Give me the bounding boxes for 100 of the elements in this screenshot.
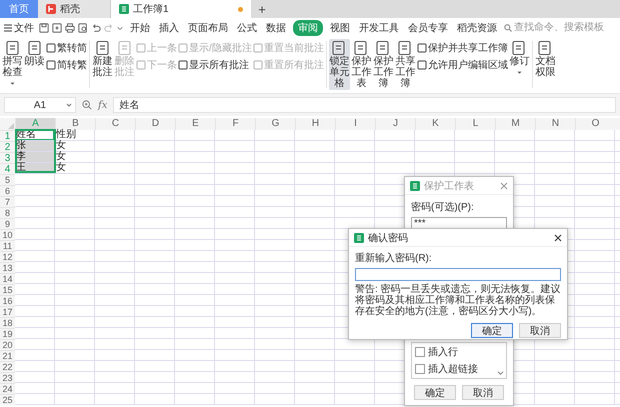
row-header[interactable]: 22	[0, 361, 15, 372]
row-header[interactable]: 6	[0, 185, 15, 196]
logo-icon	[46, 4, 56, 14]
dialog-button[interactable]: 确定	[414, 385, 456, 400]
row-header[interactable]: 25	[0, 394, 15, 405]
column-header[interactable]: I	[335, 118, 375, 130]
row-header[interactable]: 8	[0, 207, 15, 218]
password-field[interactable]	[355, 268, 561, 281]
column-header[interactable]: L	[455, 118, 495, 130]
dialog-button[interactable]: 取消	[462, 385, 504, 400]
row-header[interactable]: 1	[0, 130, 15, 141]
row-header[interactable]: 20	[0, 339, 15, 350]
row-header[interactable]: 19	[0, 328, 15, 339]
name-box[interactable]: A1	[4, 97, 76, 113]
row-header[interactable]: 12	[0, 251, 15, 262]
row-header[interactable]: 16	[0, 295, 15, 306]
dialog-button[interactable]: 确定	[471, 323, 513, 338]
document-icon	[331, 40, 348, 56]
formula-field[interactable]: 姓名	[113, 97, 616, 113]
menu-tab[interactable]: 稻壳资源	[455, 20, 499, 36]
column-header[interactable]: K	[415, 118, 455, 130]
document-icon	[353, 40, 370, 56]
row-header[interactable]: 14	[0, 273, 15, 284]
column-header[interactable]: G	[255, 118, 295, 130]
ribbon-button[interactable]: 保护并共享工作簿	[416, 41, 508, 54]
column-header[interactable]: N	[535, 118, 575, 130]
row-header[interactable]: 21	[0, 350, 15, 361]
ribbon-button[interactable]: 保护工作表	[350, 39, 372, 90]
close-icon[interactable]	[554, 234, 562, 242]
row-header[interactable]: 23	[0, 372, 15, 383]
column-header[interactable]: H	[295, 118, 335, 130]
row-header[interactable]: 5	[0, 174, 15, 185]
ribbon-button[interactable]: 保护工作簿	[372, 39, 394, 90]
row-header[interactable]: 24	[0, 383, 15, 394]
row-header[interactable]: 7	[0, 196, 15, 207]
checkbox[interactable]	[415, 347, 425, 357]
row-header[interactable]: 17	[0, 306, 15, 317]
selection-outline	[15, 129, 56, 173]
row-header[interactable]: 15	[0, 284, 15, 295]
file-menu[interactable]: 文件	[4, 20, 34, 34]
dialog-title: 确认密码	[368, 232, 409, 244]
save-icon[interactable]	[39, 22, 49, 32]
document-tab[interactable]: 工作簿1	[111, 0, 251, 18]
row-header[interactable]: 2	[0, 141, 15, 152]
document-icon	[94, 40, 110, 56]
column-header[interactable]: J	[375, 118, 415, 130]
ribbon-button[interactable]: 显示所有批注	[178, 58, 252, 71]
ribbon-button[interactable]: 文档权限	[534, 39, 556, 79]
column-header[interactable]: O	[575, 118, 615, 130]
password-label: 重新输入密码(R):	[355, 252, 433, 265]
row-header[interactable]: 13	[0, 262, 15, 273]
document-tab[interactable]: 稻壳	[38, 0, 111, 18]
column-header[interactable]: E	[175, 118, 215, 130]
ribbon-button[interactable]: 共享工作簿	[394, 39, 416, 90]
preview-icon[interactable]	[78, 22, 88, 32]
ribbon-button[interactable]: 朗读	[24, 39, 45, 68]
function-label[interactable]: fx	[98, 100, 108, 110]
row-header[interactable]: 18	[0, 317, 15, 328]
ribbon-button[interactable]: 修订	[508, 39, 530, 79]
column-header[interactable]: F	[215, 118, 255, 130]
dropdown-icon[interactable]	[117, 24, 123, 30]
permission-label: 插入超链接	[428, 362, 478, 376]
ribbon-button[interactable]: 锁定单元格	[328, 39, 350, 90]
menu-tab[interactable]: 公式	[235, 20, 259, 36]
print-icon[interactable]	[65, 22, 75, 32]
menu-tab[interactable]: 视图	[328, 20, 352, 36]
menu-tab[interactable]: 会员专享	[406, 20, 450, 36]
document-icon	[511, 40, 528, 56]
ribbon-button[interactable]: 拼写检查	[2, 39, 23, 90]
ribbon-button[interactable]: 允许用户编辑区域	[416, 58, 508, 71]
row-header[interactable]: 11	[0, 240, 15, 251]
row-header[interactable]: 4	[0, 163, 15, 174]
menu-tab[interactable]: 审阅	[293, 20, 323, 36]
column-header[interactable]: C	[95, 118, 135, 130]
square-icon	[416, 60, 427, 70]
undo-icon[interactable]	[91, 22, 101, 32]
menu-tab[interactable]: 插入	[157, 20, 181, 36]
menu-tab[interactable]: 开发工具	[357, 20, 401, 36]
column-header[interactable]: D	[135, 118, 175, 130]
new-tab-button[interactable]: +	[251, 0, 273, 18]
column-header[interactable]: B	[55, 118, 95, 130]
row-header[interactable]: 10	[0, 229, 15, 240]
menu-tab[interactable]: 页面布局	[186, 20, 230, 36]
table-cell: 性别	[55, 130, 95, 141]
column-header[interactable]: M	[495, 118, 535, 130]
ribbon-button[interactable]: 简转繁	[46, 58, 87, 71]
zoom-icon[interactable]	[82, 100, 92, 110]
ribbon-button[interactable]: 繁转简	[46, 41, 87, 54]
menu-tab[interactable]: 数据	[264, 20, 288, 36]
square-icon	[46, 60, 56, 70]
row-header[interactable]: 3	[0, 152, 15, 163]
document-icon	[26, 40, 42, 56]
dialog-button[interactable]: 取消	[519, 323, 561, 338]
checkbox[interactable]	[415, 364, 425, 374]
menu-tab[interactable]: 开始	[128, 20, 152, 36]
square-icon	[136, 42, 146, 52]
row-header[interactable]: 9	[0, 218, 15, 229]
scroll-down-icon[interactable]	[497, 371, 504, 376]
ribbon-button[interactable]: 新建批注	[92, 39, 113, 79]
document-tab[interactable]: 首页	[0, 0, 38, 18]
